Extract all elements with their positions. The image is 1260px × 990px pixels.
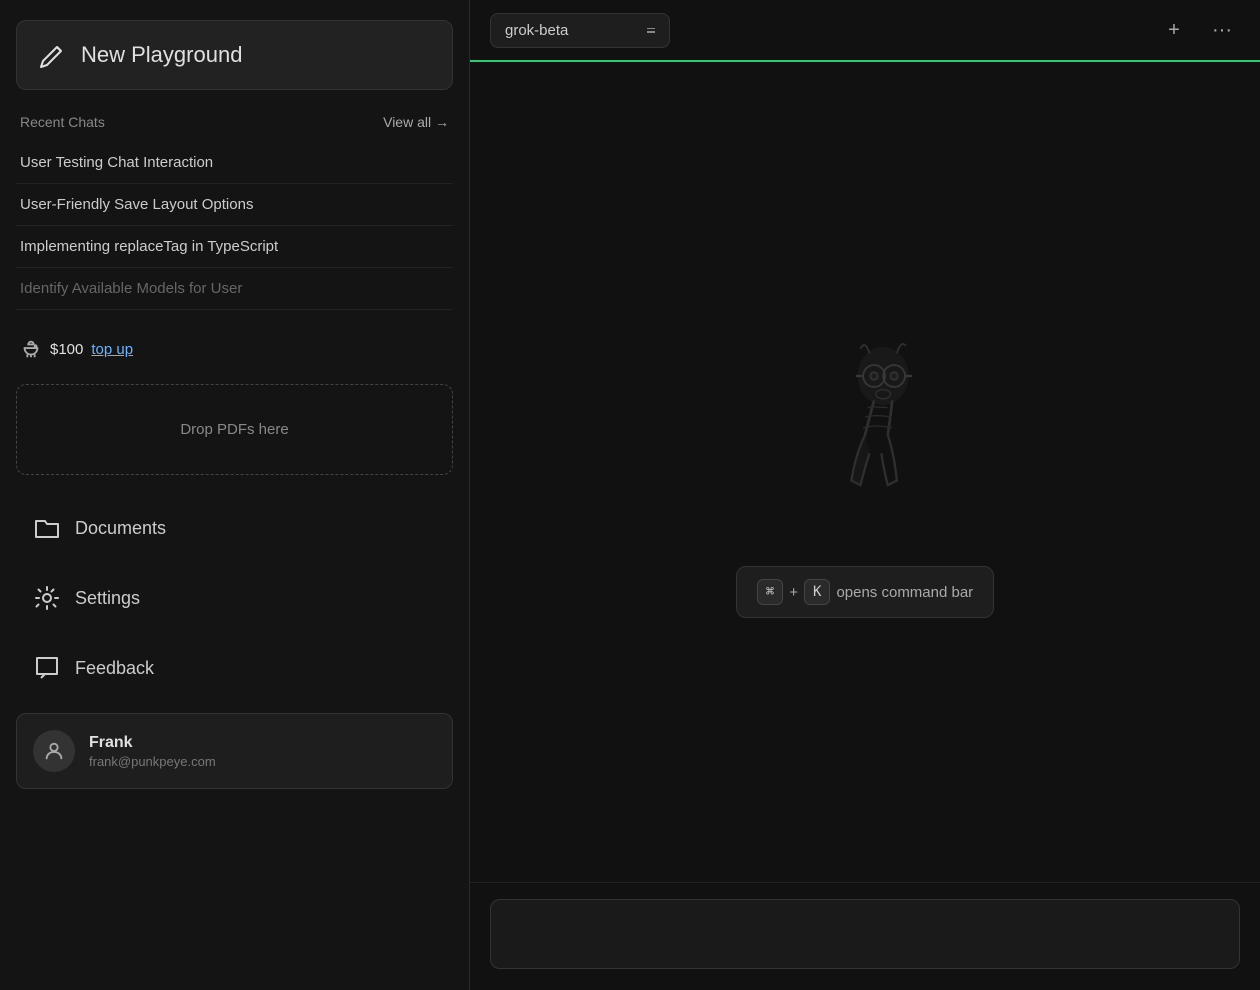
model-name: grok-beta	[505, 22, 568, 39]
avatar	[33, 730, 75, 772]
chevron-up-down-icon	[647, 28, 655, 33]
gear-icon	[33, 584, 61, 612]
edit-icon	[37, 39, 69, 71]
documents-nav-item[interactable]: Documents	[16, 495, 453, 561]
top-up-link[interactable]: top up	[91, 341, 133, 358]
new-playground-button[interactable]: New Playground	[16, 20, 453, 90]
pdf-drop-zone[interactable]: Drop PDFs here	[16, 384, 453, 475]
new-playground-label: New Playground	[81, 42, 242, 68]
cmd-key: ⌘	[757, 579, 783, 605]
k-key: K	[804, 579, 830, 605]
chat-item[interactable]: User Testing Chat Interaction	[16, 142, 453, 184]
input-area	[470, 882, 1260, 990]
chat-item[interactable]: User-Friendly Save Layout Options	[16, 184, 453, 226]
user-name: Frank	[89, 734, 216, 752]
credits-row: $100 top up	[16, 330, 453, 368]
documents-label: Documents	[75, 518, 166, 539]
chat-input[interactable]	[490, 899, 1240, 969]
feedback-nav-item[interactable]: Feedback	[16, 635, 453, 701]
feedback-icon	[33, 654, 61, 682]
chat-item[interactable]: Implementing replaceTag in TypeScript	[16, 226, 453, 268]
sidebar: New Playground Recent Chats View all → U…	[0, 0, 470, 990]
drop-zone-label: Drop PDFs here	[180, 421, 288, 438]
folder-icon	[33, 514, 61, 542]
top-bar: grok-beta + ···	[470, 0, 1260, 62]
credits-amount: $100	[50, 341, 83, 358]
plus-separator: +	[789, 584, 798, 601]
user-info: Frank frank@punkpeye.com	[89, 734, 216, 769]
settings-label: Settings	[75, 588, 140, 609]
settings-nav-item[interactable]: Settings	[16, 565, 453, 631]
center-area: ⌘ + K opens command bar	[470, 62, 1260, 882]
view-all-link[interactable]: View all →	[383, 114, 449, 130]
shortcut-hint: ⌘ + K opens command bar	[736, 566, 994, 618]
model-selector[interactable]: grok-beta	[490, 13, 670, 48]
recent-chats-list: User Testing Chat Interaction User-Frien…	[16, 142, 453, 310]
llama-illustration	[775, 326, 955, 526]
shortcut-description: opens command bar	[836, 584, 973, 601]
user-email: frank@punkpeye.com	[89, 754, 216, 769]
add-button[interactable]: +	[1156, 12, 1192, 48]
chat-item[interactable]: Identify Available Models for User	[16, 268, 453, 310]
recent-chats-title: Recent Chats	[20, 114, 105, 130]
more-options-button[interactable]: ···	[1204, 12, 1240, 48]
recent-chats-header: Recent Chats View all →	[16, 114, 453, 130]
main-area: grok-beta + ···	[470, 0, 1260, 990]
user-card[interactable]: Frank frank@punkpeye.com	[16, 713, 453, 789]
feedback-label: Feedback	[75, 658, 154, 679]
piggy-bank-icon	[20, 338, 42, 360]
